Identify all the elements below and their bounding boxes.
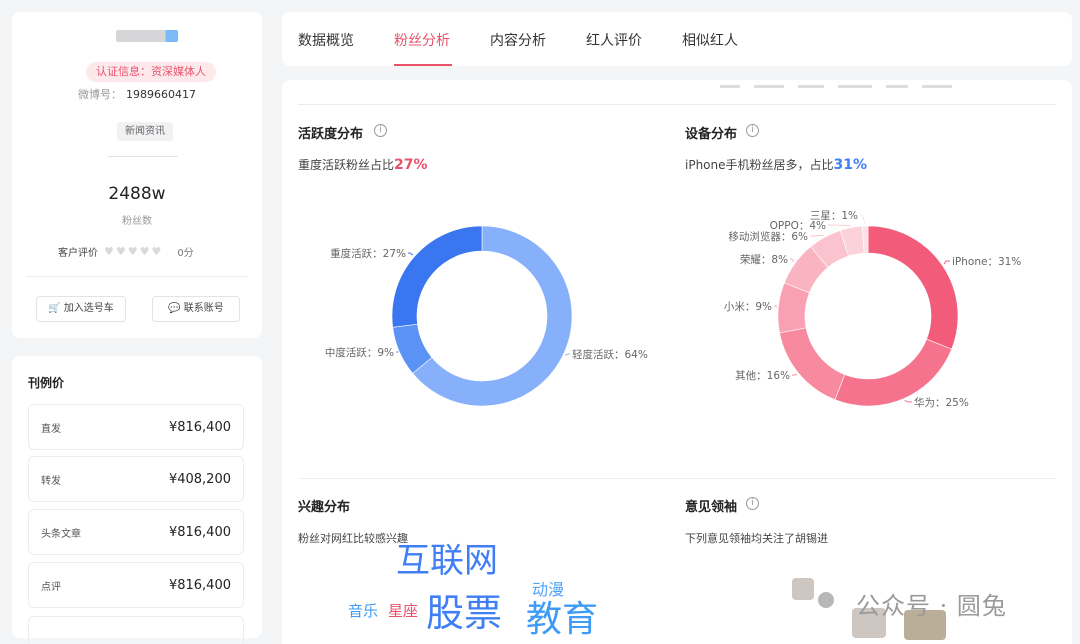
price-row-headline[interactable]: 头条文章 ¥816,400 xyxy=(28,509,244,555)
avatar xyxy=(792,578,814,600)
tab-bar: 数据概览 粉丝分析 内容分析 红人评价 相似红人 xyxy=(282,12,1072,66)
info-icon[interactable]: i xyxy=(746,497,759,510)
price-label: 点评 xyxy=(41,581,61,593)
label-leader-line xyxy=(860,214,866,225)
slice-label: 华为：25% xyxy=(914,396,969,409)
device-subtitle: iPhone手机粉丝居多，占比31% xyxy=(685,156,867,173)
word-cloud-word: 音乐 xyxy=(348,602,379,620)
opinion-title: 意见领袖 xyxy=(685,500,738,515)
contact-account-button[interactable]: 💬 联系账号 xyxy=(152,296,240,322)
word-cloud-word: 星座 xyxy=(388,602,419,620)
category-tag: 新闻资讯 xyxy=(117,122,173,141)
interest-title: 兴趣分布 xyxy=(298,500,351,515)
activity-donut-chart: 轻度活跃：64% 中度活跃：9% 重度活跃：27% xyxy=(325,225,648,407)
donut-slice-重度活跃[interactable] xyxy=(391,225,483,328)
fans-label: 粉丝数 xyxy=(122,216,152,227)
info-icon[interactable]: i xyxy=(746,124,759,137)
price-label: 直发 xyxy=(41,423,61,435)
device-donut-chart: iPhone：31%华为：25%其他：16%小米：9%荣耀：8%移动浏览器：6%… xyxy=(724,210,1021,409)
label-leader-line xyxy=(408,252,414,256)
divider xyxy=(108,156,178,157)
device-sub-prefix: iPhone手机粉丝居多，占比 xyxy=(685,158,834,172)
active-tab-indicator xyxy=(394,64,452,66)
info-icon[interactable]: i xyxy=(374,124,387,137)
slice-label: 三星：1% xyxy=(810,210,858,222)
slice-label: 轻度活跃：64% xyxy=(572,348,648,361)
divider xyxy=(298,478,1056,479)
weibo-id-row: 微博号： 1989660417 xyxy=(12,86,262,102)
price-row-repost[interactable]: 转发 ¥408,200 xyxy=(28,456,244,502)
price-title: 刊例价 xyxy=(28,376,65,390)
rating-label: 客户评价 xyxy=(58,248,98,259)
watermark: 公众号 · 圆兔 xyxy=(792,572,1080,644)
tab-content-analysis[interactable]: 内容分析 xyxy=(490,30,546,50)
slice-label: iPhone：31% xyxy=(952,256,1021,268)
word-cloud-word: 教育 xyxy=(526,599,599,640)
label-leader-line xyxy=(943,260,950,265)
donut-slice-iPhone[interactable] xyxy=(867,225,959,350)
divider xyxy=(26,276,248,277)
faded-legend-row xyxy=(720,76,1060,88)
slice-label: 小米：9% xyxy=(724,300,772,313)
opinion-subtitle: 下列意见领袖均关注了胡锡进 xyxy=(685,532,828,545)
label-leader-line xyxy=(396,351,400,353)
price-card: 刊例价 直发 ¥816,400 转发 ¥408,200 头条文章 ¥816,40… xyxy=(12,356,262,644)
add-to-cart-label: 加入选号车 xyxy=(63,303,114,314)
activity-subtitle: 重度活跃粉丝占比27% xyxy=(298,156,428,173)
rating-row: 客户评价 ♥♥♥♥♥ 0分 xyxy=(58,244,194,259)
price-value: ¥816,400 xyxy=(168,419,231,435)
activity-title: 活跃度分布 xyxy=(298,127,364,142)
tab-similar-influencers[interactable]: 相似红人 xyxy=(682,30,738,50)
slice-label: 荣耀：8% xyxy=(740,254,788,266)
rating-hearts-icon: ♥♥♥♥♥ xyxy=(104,245,164,258)
chat-icon: 💬 xyxy=(168,303,181,314)
slice-label: 其他：16% xyxy=(735,369,790,382)
price-row-comment[interactable]: 点评 ¥816,400 xyxy=(28,562,244,608)
label-leader-line xyxy=(774,305,777,308)
donut-slice-其他[interactable] xyxy=(779,327,846,401)
label-leader-line xyxy=(810,234,824,237)
price-row-partial xyxy=(28,616,244,644)
contact-label: 联系账号 xyxy=(183,303,224,314)
activity-sub-value: 27% xyxy=(394,157,428,173)
price-value: ¥408,200 xyxy=(168,471,231,487)
label-leader-line xyxy=(790,258,795,263)
price-value: ¥816,400 xyxy=(168,577,231,593)
label-leader-line xyxy=(565,353,570,356)
label-leader-line xyxy=(828,224,851,227)
cart-icon: 🛒 xyxy=(48,303,61,314)
price-row-direct[interactable]: 直发 ¥816,400 xyxy=(28,404,244,450)
word-cloud-word: 动漫 xyxy=(532,580,565,599)
rating-score: 0分 xyxy=(177,248,194,259)
weibo-id-label: 微博号： xyxy=(78,88,122,101)
donut-slice-华为[interactable] xyxy=(834,338,953,407)
word-cloud-word: 股票 xyxy=(426,591,503,635)
watermark-text: 公众号 · 圆兔 xyxy=(856,592,1007,620)
tab-fans-analysis[interactable]: 粉丝分析 xyxy=(394,30,450,50)
tab-influencer-review[interactable]: 红人评价 xyxy=(586,30,642,50)
profile-card: 认证信息：资深媒体人 微博号： 1989660417 新闻资讯 2488w 粉丝数… xyxy=(12,12,262,338)
blurred-account-name xyxy=(116,30,178,42)
add-to-cart-button[interactable]: 🛒 加入选号车 xyxy=(36,296,126,322)
price-value: ¥816,400 xyxy=(168,524,231,540)
fans-count: 2488w xyxy=(108,184,166,204)
slice-label: 重度活跃：27% xyxy=(330,247,406,260)
label-leader-line xyxy=(904,399,912,403)
interest-subtitle: 粉丝对网红比较感兴趣 xyxy=(298,532,408,545)
auth-badge: 认证信息：资深媒体人 xyxy=(86,62,216,82)
tab-data-overview[interactable]: 数据概览 xyxy=(298,30,354,50)
wechat-icon xyxy=(818,592,834,608)
device-title: 设备分布 xyxy=(685,127,738,142)
word-cloud-word: 互联网 xyxy=(396,541,498,581)
price-label: 转发 xyxy=(41,475,61,487)
weibo-id-value: 1989660417 xyxy=(126,88,196,101)
price-label: 头条文章 xyxy=(41,528,81,540)
divider xyxy=(298,104,1056,105)
slice-label: 中度活跃：9% xyxy=(325,346,394,359)
activity-sub-prefix: 重度活跃粉丝占比 xyxy=(298,158,395,172)
device-sub-value: 31% xyxy=(833,157,868,173)
